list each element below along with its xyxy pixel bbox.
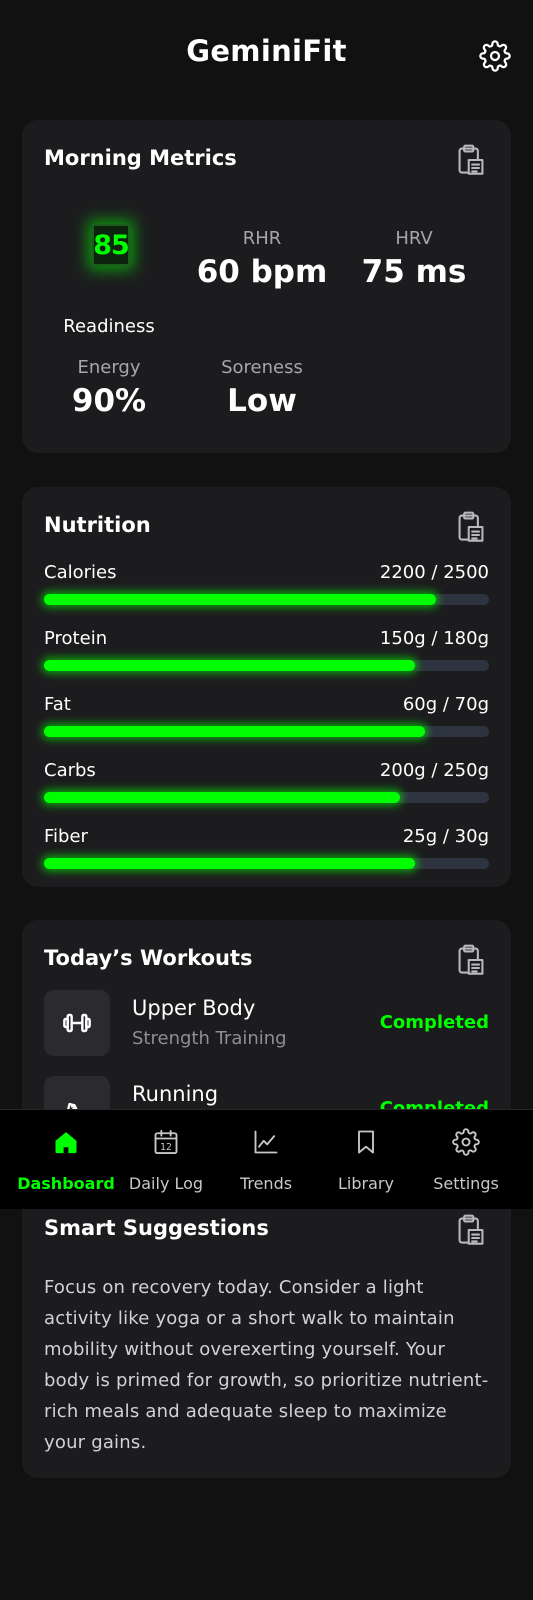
dumbbell-icon (63, 1013, 91, 1033)
page: GeminiFit Morning Metrics 85 Readiness R… (0, 0, 533, 1600)
nutrition-row-fiber: Fiber 25g / 30g (44, 826, 489, 878)
clipboard-icon[interactable] (457, 944, 485, 976)
nav-item-daily-log[interactable]: 12 Daily Log (113, 1110, 219, 1210)
workout-name: Running (132, 1082, 219, 1106)
nav-item-dashboard[interactable]: Dashboard (13, 1110, 119, 1210)
nutrient-value: 60g / 70g (402, 694, 489, 715)
home-icon (55, 1132, 77, 1154)
progress-track (44, 858, 489, 869)
nutrient-value: 25g / 30g (402, 826, 489, 847)
nutrient-value: 150g / 180g (379, 628, 489, 649)
nav-label: Settings (433, 1174, 499, 1193)
progress-fill (44, 594, 436, 605)
line-chart-icon (254, 1130, 278, 1154)
app-title: GeminiFit (186, 34, 347, 68)
gear-icon[interactable] (479, 40, 511, 72)
nutrient-name: Calories (44, 562, 117, 583)
clipboard-icon[interactable] (457, 144, 485, 176)
nav-item-settings[interactable]: Settings (413, 1110, 519, 1210)
nutrition-row-calories: Calories 2200 / 2500 (44, 562, 489, 614)
calendar-day-number: 12 (160, 1142, 172, 1153)
bookmark-icon (358, 1130, 374, 1154)
readiness-score: 85 (93, 229, 130, 261)
nutrient-name: Carbs (44, 760, 96, 781)
workout-status: Completed (379, 1012, 489, 1033)
nutrient-name: Protein (44, 628, 108, 649)
nutrition-row-carbs: Carbs 200g / 250g (44, 760, 489, 812)
progress-track (44, 792, 489, 803)
progress-fill (44, 792, 400, 803)
workout-item[interactable]: Upper Body Strength Training Completed (44, 990, 489, 1056)
rhr-value: 60 bpm (196, 254, 328, 290)
workouts-card: Today’s Workouts Upper Body Strength Tra… (22, 920, 511, 1140)
nav-label: Dashboard (17, 1174, 115, 1193)
nav-item-trends[interactable]: Trends (213, 1110, 319, 1210)
morning-metrics-card: Morning Metrics 85 Readiness RHR 60 bpm … (22, 120, 511, 453)
energy-label: Energy (77, 357, 141, 378)
hrv-label: HRV (395, 228, 433, 249)
nav-item-library[interactable]: Library (313, 1110, 419, 1210)
morning-metrics-title: Morning Metrics (44, 146, 237, 170)
smart-suggestions-title: Smart Suggestions (44, 1216, 269, 1240)
energy-value: 90% (71, 383, 147, 419)
gear-icon (452, 1128, 480, 1156)
readiness-score-badge: 85 (92, 224, 130, 266)
workout-name: Upper Body (132, 996, 256, 1020)
readiness-label: Readiness (63, 316, 155, 337)
progress-fill (44, 858, 415, 869)
soreness-value: Low (227, 383, 297, 419)
progress-fill (44, 726, 426, 737)
nutrient-name: Fiber (44, 826, 88, 847)
app-header: GeminiFit (0, 0, 533, 110)
suggestion-text: Focus on recovery today. Consider a ligh… (44, 1277, 489, 1453)
bottom-nav: Dashboard 12 Daily Log Trends Library Se… (0, 1109, 533, 1209)
progress-fill (44, 660, 415, 671)
workout-type: Strength Training (132, 1028, 287, 1049)
nutrient-name: Fat (44, 694, 71, 715)
nav-label: Trends (239, 1174, 293, 1193)
rhr-label: RHR (242, 228, 282, 249)
smart-suggestions-card: Smart Suggestions Focus on recovery toda… (22, 1190, 511, 1478)
nutrition-row-fat: Fat 60g / 70g (44, 694, 489, 746)
soreness-label: Soreness (221, 357, 303, 378)
progress-track (44, 726, 489, 737)
progress-track (44, 594, 489, 605)
clipboard-icon[interactable] (457, 511, 485, 543)
clipboard-icon[interactable] (457, 1214, 485, 1246)
nutrition-title: Nutrition (44, 513, 151, 537)
workout-icon-box (44, 990, 110, 1056)
nutrient-value: 2200 / 2500 (379, 562, 489, 583)
nutrient-value: 200g / 250g (379, 760, 489, 781)
workouts-title: Today’s Workouts (44, 946, 253, 970)
calendar-icon: 12 (154, 1129, 178, 1155)
nutrition-card: Nutrition Calories 2200 / 2500 Protein 1… (22, 487, 511, 887)
hrv-value: 75 ms (361, 254, 467, 290)
nav-label: Library (338, 1174, 394, 1193)
nutrition-row-protein: Protein 150g / 180g (44, 628, 489, 680)
nav-label: Daily Log (128, 1174, 204, 1193)
progress-track (44, 660, 489, 671)
